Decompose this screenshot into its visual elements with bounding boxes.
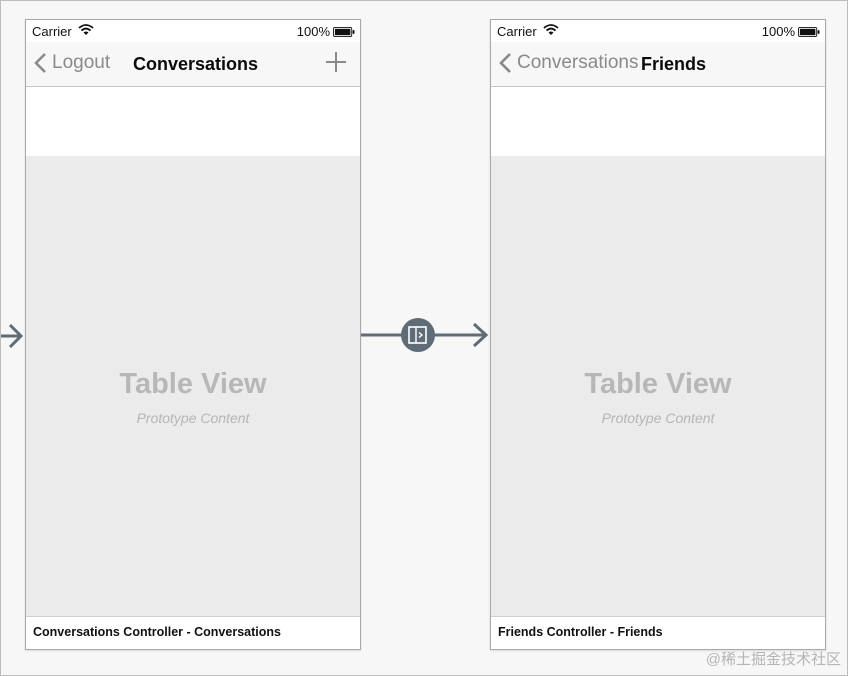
carrier-label: Carrier (497, 24, 537, 39)
table-header-area (491, 87, 825, 156)
chevron-left-icon (34, 53, 46, 73)
back-button[interactable]: Conversations (499, 52, 638, 74)
battery-percent: 100% (296, 24, 330, 39)
back-button[interactable]: Logout (34, 52, 110, 74)
nav-title: Friends (641, 54, 707, 74)
scene-label[interactable]: Conversations Controller - Conversations (26, 616, 360, 649)
plus-icon[interactable] (326, 52, 346, 72)
status-bar: Carrier 100% (491, 20, 825, 42)
scene-label[interactable]: Friends Controller - Friends (491, 616, 825, 649)
table-header-area (26, 87, 360, 156)
watermark: @稀土掘金技术社区 (705, 651, 841, 668)
table-view-subtitle: Prototype Content (136, 410, 250, 426)
nav-title: Conversations (133, 54, 259, 74)
table-view-title: Table View (119, 368, 267, 400)
battery-percent: 100% (761, 24, 795, 39)
friends-scene[interactable]: Carrier 100% Conversations Friends Table… (490, 19, 826, 650)
show-segue-icon[interactable] (401, 318, 435, 352)
segue-arrow[interactable] (361, 317, 491, 353)
table-view[interactable]: Table View Prototype Content (26, 156, 360, 617)
table-view-subtitle: Prototype Content (601, 410, 715, 426)
table-view[interactable]: Table View Prototype Content (491, 156, 825, 617)
chevron-left-icon (499, 53, 511, 73)
wifi-icon (543, 24, 559, 35)
back-button-label: Conversations (517, 52, 639, 73)
conversations-scene[interactable]: Carrier 100% Logout Conversations Table … (25, 19, 361, 650)
navigation-bar: Conversations Friends (491, 42, 825, 87)
battery-icon (333, 26, 355, 37)
battery-icon (798, 26, 820, 37)
back-button-label: Logout (52, 52, 111, 73)
status-bar: Carrier 100% (26, 20, 360, 42)
entry-point-arrow-icon[interactable] (1, 322, 25, 350)
wifi-icon (78, 24, 94, 35)
table-view-title: Table View (584, 368, 732, 400)
carrier-label: Carrier (32, 24, 72, 39)
navigation-bar: Logout Conversations (26, 42, 360, 87)
